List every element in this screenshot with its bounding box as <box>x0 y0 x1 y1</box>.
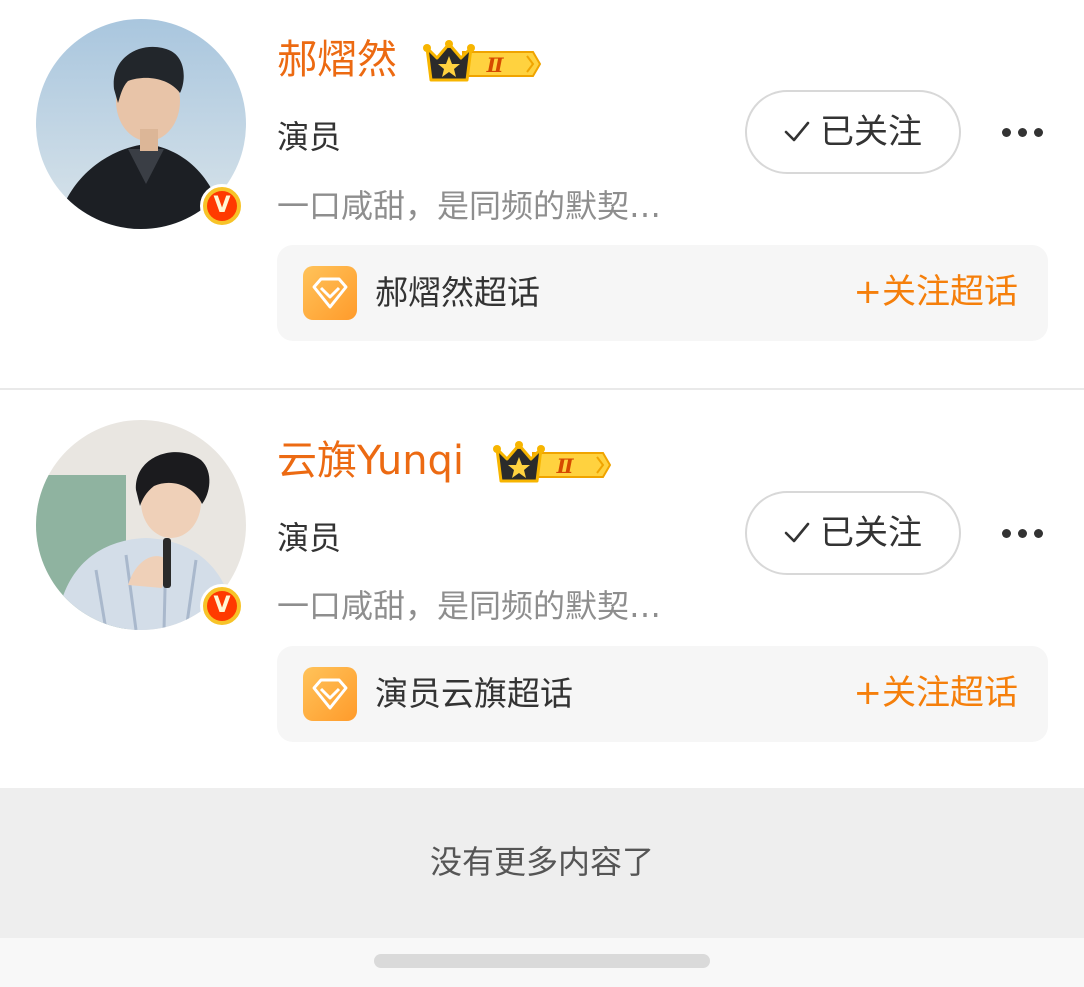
user-list-page: V 郝熠然 Ⅱ 演员 一口咸甜，是同频的默契… 已关注 郝熠然超话 +关注超话 … <box>0 0 1084 987</box>
home-indicator[interactable] <box>374 954 710 968</box>
check-icon <box>784 522 810 543</box>
user-card[interactable]: V 云旗Yunqi Ⅱ 演员 一口咸甜，是同频的默契… 已关注 演员云旗超话 +… <box>0 390 1084 788</box>
followed-button[interactable]: 已关注 <box>745 90 961 174</box>
verified-badge-icon: V <box>200 184 244 228</box>
super-topic-name[interactable]: 演员云旗超话 <box>375 674 573 714</box>
list-end-footer: 没有更多内容了 <box>0 788 1084 938</box>
home-indicator-area <box>0 938 1084 987</box>
followed-label: 已关注 <box>820 513 922 553</box>
follow-super-topic-button[interactable]: +关注超话 <box>854 271 1019 313</box>
followed-label: 已关注 <box>820 112 922 152</box>
super-topic-name[interactable]: 郝熠然超话 <box>375 273 540 313</box>
super-topic-bar[interactable]: 郝熠然超话 +关注超话 <box>277 245 1048 341</box>
follow-super-topic-button[interactable]: +关注超话 <box>854 672 1019 714</box>
more-options-icon[interactable] <box>990 513 1054 553</box>
user-role: 演员 <box>277 118 342 156</box>
followed-button[interactable]: 已关注 <box>745 491 961 575</box>
level-badge-text: Ⅱ <box>556 454 575 478</box>
check-icon <box>784 121 810 142</box>
more-options-icon[interactable] <box>990 112 1054 152</box>
super-topic-bar[interactable]: 演员云旗超话 +关注超话 <box>277 646 1048 742</box>
super-topic-diamond-icon <box>303 667 357 721</box>
user-role: 演员 <box>277 519 342 557</box>
no-more-content-text: 没有更多内容了 <box>429 843 654 881</box>
member-crown-badge-icon: Ⅱ <box>493 441 611 483</box>
user-name[interactable]: 郝熠然 <box>277 36 397 84</box>
level-badge-text: Ⅱ <box>486 53 505 77</box>
user-card[interactable]: V 郝熠然 Ⅱ 演员 一口咸甜，是同频的默契… 已关注 郝熠然超话 +关注超话 <box>0 0 1084 388</box>
member-crown-badge-icon: Ⅱ <box>423 40 541 82</box>
user-name[interactable]: 云旗Yunqi <box>277 437 464 485</box>
user-bio: 一口咸甜，是同频的默契… <box>277 187 662 225</box>
verified-badge-icon: V <box>200 584 244 628</box>
user-bio: 一口咸甜，是同频的默契… <box>277 587 662 625</box>
super-topic-diamond-icon <box>303 266 357 320</box>
